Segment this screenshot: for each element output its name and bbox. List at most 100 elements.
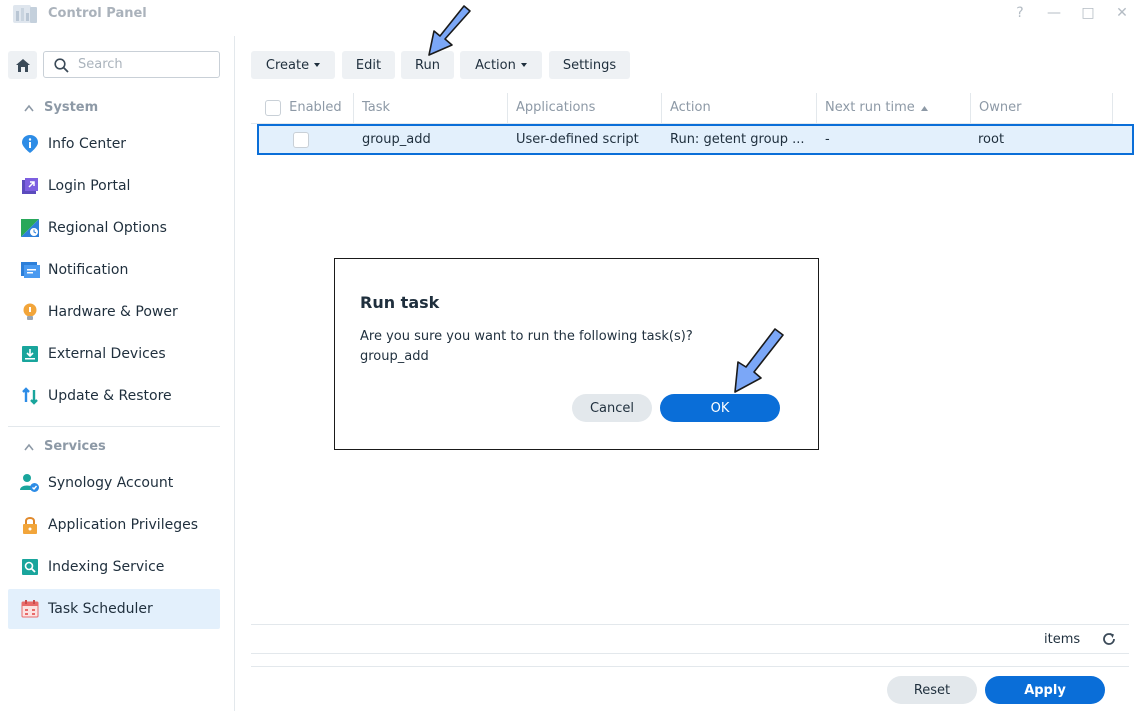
row-enabled-cell[interactable] [293, 126, 309, 153]
dialog-title: Run task [360, 293, 440, 312]
sidebar-item-indexing-service[interactable]: Indexing Service [8, 547, 220, 587]
sidebar-item-label: Indexing Service [48, 559, 165, 575]
sidebar-item-label: Synology Account [48, 475, 174, 491]
notification-icon [21, 262, 40, 278]
login-portal-icon [22, 178, 38, 194]
row-next-run-time: - [825, 132, 830, 147]
sidebar-divider [8, 426, 220, 427]
maximize-icon[interactable]: □ [1080, 4, 1096, 22]
sidebar-item-label: Info Center [48, 136, 127, 152]
grid-footer-divider [251, 624, 1129, 625]
section-label: Services [44, 439, 106, 454]
search-icon [54, 58, 69, 73]
sidebar-item-application-privileges[interactable]: Application Privileges [8, 505, 220, 545]
column-label: Owner [979, 100, 1022, 115]
caret-down-icon [314, 63, 321, 67]
pointer-arrow-icon [428, 5, 471, 56]
search-input[interactable] [78, 55, 214, 74]
help-icon[interactable]: ? [1012, 4, 1028, 22]
sidebar-item-label: Login Portal [48, 178, 131, 194]
footer-divider [251, 666, 1129, 667]
indexing-service-icon [22, 559, 38, 575]
create-button[interactable]: Create [251, 51, 335, 79]
calendar-icon [21, 600, 39, 618]
sidebar: System Info Center Login Portal Regional… [0, 36, 235, 711]
dialog-task-name: group_add [360, 349, 429, 364]
dialog-message: Are you sure you want to run the followi… [360, 329, 693, 344]
hardware-power-icon [23, 303, 37, 320]
regional-options-icon [21, 219, 39, 237]
row-applications: User-defined script [516, 132, 639, 147]
ok-button[interactable]: OK [660, 394, 780, 422]
reset-button[interactable]: Reset [887, 676, 977, 704]
search-box[interactable] [43, 51, 220, 78]
sort-ascending-icon [920, 106, 928, 111]
row-checkbox[interactable] [293, 131, 309, 148]
sidebar-item-label: External Devices [48, 346, 166, 362]
lock-icon [23, 517, 37, 534]
column-label: Enabled [289, 100, 342, 115]
column-enabled[interactable]: Enabled [251, 93, 354, 123]
column-label: Next run time [825, 100, 915, 115]
sidebar-item-hardware-power[interactable]: Hardware & Power [8, 292, 220, 332]
minimize-icon[interactable]: — [1046, 4, 1062, 22]
section-system[interactable]: System [24, 100, 98, 115]
row-task: group_add [362, 132, 431, 147]
column-label: Action [670, 100, 711, 115]
external-devices-icon [22, 346, 38, 362]
sidebar-item-notification[interactable]: Notification [8, 250, 220, 290]
footer-divider [251, 653, 1129, 654]
sidebar-item-update-restore[interactable]: Update & Restore [8, 376, 220, 416]
sidebar-item-label: Update & Restore [48, 388, 172, 404]
column-action[interactable]: Action [662, 93, 817, 123]
column-next-run-time[interactable]: Next run time [817, 93, 971, 123]
column-label: Applications [516, 100, 596, 115]
home-button[interactable] [8, 51, 37, 79]
chevron-up-icon [24, 443, 34, 450]
update-restore-icon [22, 387, 38, 405]
window-title: Control Panel [48, 6, 147, 21]
refresh-icon[interactable] [1101, 631, 1117, 647]
column-task[interactable]: Task [354, 93, 508, 123]
title-bar: Control Panel ? — □ ✕ [0, 0, 1142, 30]
column-applications[interactable]: Applications [508, 93, 662, 123]
edit-label: Edit [355, 57, 382, 73]
settings-label: Settings [562, 57, 617, 73]
caret-down-icon [520, 63, 527, 67]
sidebar-item-label: Regional Options [48, 220, 167, 236]
info-icon [22, 135, 38, 153]
sidebar-item-external-devices[interactable]: External Devices [8, 334, 220, 374]
sidebar-item-label: Application Privileges [48, 517, 198, 533]
column-label: Task [362, 100, 391, 115]
apply-button[interactable]: Apply [985, 676, 1105, 704]
chevron-up-icon [24, 104, 34, 111]
sidebar-item-label: Task Scheduler [48, 601, 153, 617]
row-action: Run: getent group ... [670, 132, 805, 147]
column-owner[interactable]: Owner [971, 93, 1113, 123]
sidebar-item-login-portal[interactable]: Login Portal [8, 166, 220, 206]
run-label: Run [415, 57, 440, 73]
sidebar-item-synology-account[interactable]: Synology Account [8, 463, 220, 503]
sidebar-item-label: Notification [48, 262, 129, 278]
select-all-checkbox[interactable] [265, 99, 281, 116]
sidebar-item-label: Hardware & Power [48, 304, 178, 320]
row-owner: root [978, 132, 1005, 147]
sidebar-item-task-scheduler[interactable]: Task Scheduler [8, 589, 220, 629]
action-label: Action [475, 57, 516, 73]
pointer-arrow-icon [734, 328, 784, 393]
section-services[interactable]: Services [24, 439, 106, 454]
items-label: items [1044, 632, 1081, 647]
close-icon[interactable]: ✕ [1114, 4, 1130, 22]
control-panel-icon [13, 5, 37, 23]
grid-header: Enabled Task Applications Action Next ru… [251, 93, 1113, 124]
section-label: System [44, 100, 99, 115]
edit-button[interactable]: Edit [342, 51, 395, 79]
sidebar-item-info-center[interactable]: Info Center [8, 124, 220, 164]
table-row[interactable]: group_add User-defined script Run: geten… [257, 124, 1134, 155]
settings-button[interactable]: Settings [549, 51, 630, 79]
sidebar-item-regional-options[interactable]: Regional Options [8, 208, 220, 248]
cancel-button[interactable]: Cancel [572, 394, 652, 422]
create-label: Create [265, 57, 310, 73]
synology-account-icon [20, 474, 39, 492]
home-icon [15, 58, 30, 72]
